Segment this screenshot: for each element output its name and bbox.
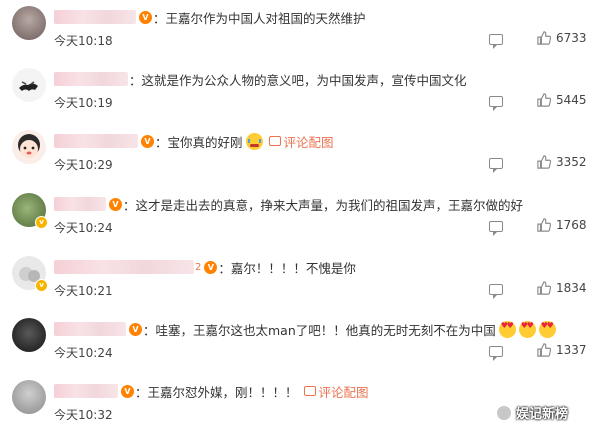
comment-icon[interactable]	[489, 346, 503, 361]
watermark: 娱记新榜	[496, 403, 568, 422]
username-blurred[interactable]	[54, 134, 138, 148]
crying-emoji-icon	[245, 132, 263, 150]
like-count: 3352	[556, 155, 587, 169]
watermark-logo-icon	[496, 404, 512, 421]
like-count: 5445	[556, 93, 587, 107]
vip-badge-icon: V	[141, 134, 154, 148]
thumbs-up-icon	[537, 31, 551, 45]
comment-line: ：这就是作为公众人物的意义吧，为中国发声，宣传中国文化	[54, 70, 467, 88]
heart-eyes-emoji-icon	[538, 320, 556, 338]
like-count: 1768	[556, 218, 587, 232]
avatar[interactable]	[12, 318, 46, 352]
like-count: 1337	[556, 343, 587, 357]
comment-line: V ：宝你真的好刚 评论配图	[54, 132, 334, 150]
like-button[interactable]: 6733	[537, 31, 587, 45]
comment-text: ：嘉尔！！！！不愧是你	[218, 260, 356, 276]
verified-badge-icon: v	[35, 216, 48, 229]
avatar[interactable]	[12, 130, 46, 164]
comment-text: ：这才是走出去的真意，挣来大声量，为我们的祖国发声，王嘉尔做的好	[123, 197, 524, 213]
username-suffix: 2	[195, 261, 202, 273]
avatar[interactable]	[12, 6, 46, 40]
comment-text: ：哇塞，王嘉尔这也太man了吧！！他真的无时无刻不在为中国	[143, 322, 496, 338]
vip-badge-icon: V	[129, 322, 142, 336]
comment-icon[interactable]	[489, 221, 503, 236]
thumbs-up-icon	[537, 218, 551, 232]
comment-icon[interactable]	[489, 158, 503, 173]
comment-pics-label: 评论配图	[318, 384, 369, 400]
like-button[interactable]: 3352	[537, 155, 587, 169]
comment-time: 今天10:21	[54, 284, 113, 298]
like-button[interactable]: 1768	[537, 218, 587, 232]
avatar[interactable]	[12, 68, 46, 102]
username-blurred[interactable]	[54, 322, 126, 336]
comment-time: 今天10:19	[54, 96, 113, 110]
comment-icon[interactable]	[489, 96, 503, 111]
like-count: 1834	[556, 281, 587, 295]
watermark-text: 娱记新榜	[516, 407, 569, 422]
comment-text: ：这就是作为公众人物的意义吧，为中国发声，宣传中国文化	[129, 72, 467, 88]
comment-line: V ：哇塞，王嘉尔这也太man了吧！！他真的无时无刻不在为中国	[54, 320, 556, 338]
comment-text: ：王嘉尔怼外媒，刚！！！！	[135, 384, 298, 400]
comment-time: 今天10:29	[54, 158, 113, 172]
comment-time: 今天10:32	[54, 408, 113, 422]
thumbs-up-icon	[537, 343, 551, 357]
comment-time: 今天10:18	[54, 34, 113, 48]
vip-badge-icon: V	[204, 260, 218, 274]
comment-time: 今天10:24	[54, 221, 113, 235]
avatar[interactable]	[12, 380, 46, 414]
comment-line: V ：王嘉尔作为中国人对祖国的天然维护	[54, 8, 366, 26]
comment-text: ：王嘉尔作为中国人对祖国的天然维护	[153, 10, 366, 26]
username-blurred[interactable]	[54, 260, 194, 274]
comment-item: v 2 V ：嘉尔！！！！不愧是你 今天10:21 1834	[0, 250, 600, 312]
comment-icon[interactable]	[489, 34, 503, 49]
comment-text: ：宝你真的好刚	[155, 134, 243, 150]
thumbs-up-icon	[537, 281, 551, 295]
image-icon	[268, 136, 281, 146]
username-blurred[interactable]	[54, 384, 118, 398]
like-count: 6733	[556, 31, 587, 45]
username-blurred[interactable]	[54, 10, 136, 24]
comment-item: V ：宝你真的好刚 评论配图 今天10:29 3352	[0, 124, 600, 186]
username-blurred[interactable]	[54, 197, 106, 211]
vip-badge-icon: V	[121, 384, 134, 398]
verified-badge-icon: v	[35, 279, 48, 292]
like-button[interactable]: 1834	[537, 281, 587, 295]
username-blurred[interactable]	[54, 72, 128, 86]
comment-item: ：这就是作为公众人物的意义吧，为中国发声，宣传中国文化 今天10:19 5445	[0, 62, 600, 124]
comment-item: v V ：这才是走出去的真意，挣来大声量，为我们的祖国发声，王嘉尔做的好 今天1…	[0, 187, 600, 249]
comment-line: 2 V ：嘉尔！！！！不愧是你	[54, 258, 356, 276]
comment-pics-link[interactable]: 评论配图	[303, 382, 369, 401]
comment-pics-link[interactable]: 评论配图	[268, 132, 334, 151]
comment-line: V ：这才是走出去的真意，挣来大声量，为我们的祖国发声，王嘉尔做的好	[54, 195, 523, 213]
comment-icon[interactable]	[489, 284, 503, 299]
comment-pics-label: 评论配图	[283, 134, 334, 150]
like-button[interactable]: 5445	[537, 93, 587, 107]
vip-badge-icon: V	[139, 10, 152, 24]
image-icon	[303, 386, 316, 396]
thumbs-up-icon	[537, 155, 551, 169]
like-button[interactable]: 1337	[537, 343, 587, 357]
vip-badge-icon: V	[109, 197, 122, 211]
thumbs-up-icon	[537, 93, 551, 107]
heart-eyes-emoji-icon	[518, 320, 536, 338]
comment-line: V ：王嘉尔怼外媒，刚！！！！ 评论配图	[54, 382, 369, 400]
comment-time: 今天10:24	[54, 346, 113, 360]
comment-item: V ：哇塞，王嘉尔这也太man了吧！！他真的无时无刻不在为中国 今天10:24 …	[0, 312, 600, 374]
comment-item: V ：王嘉尔作为中国人对祖国的天然维护 今天10:18 6733	[0, 0, 600, 62]
heart-eyes-emoji-icon	[498, 320, 516, 338]
